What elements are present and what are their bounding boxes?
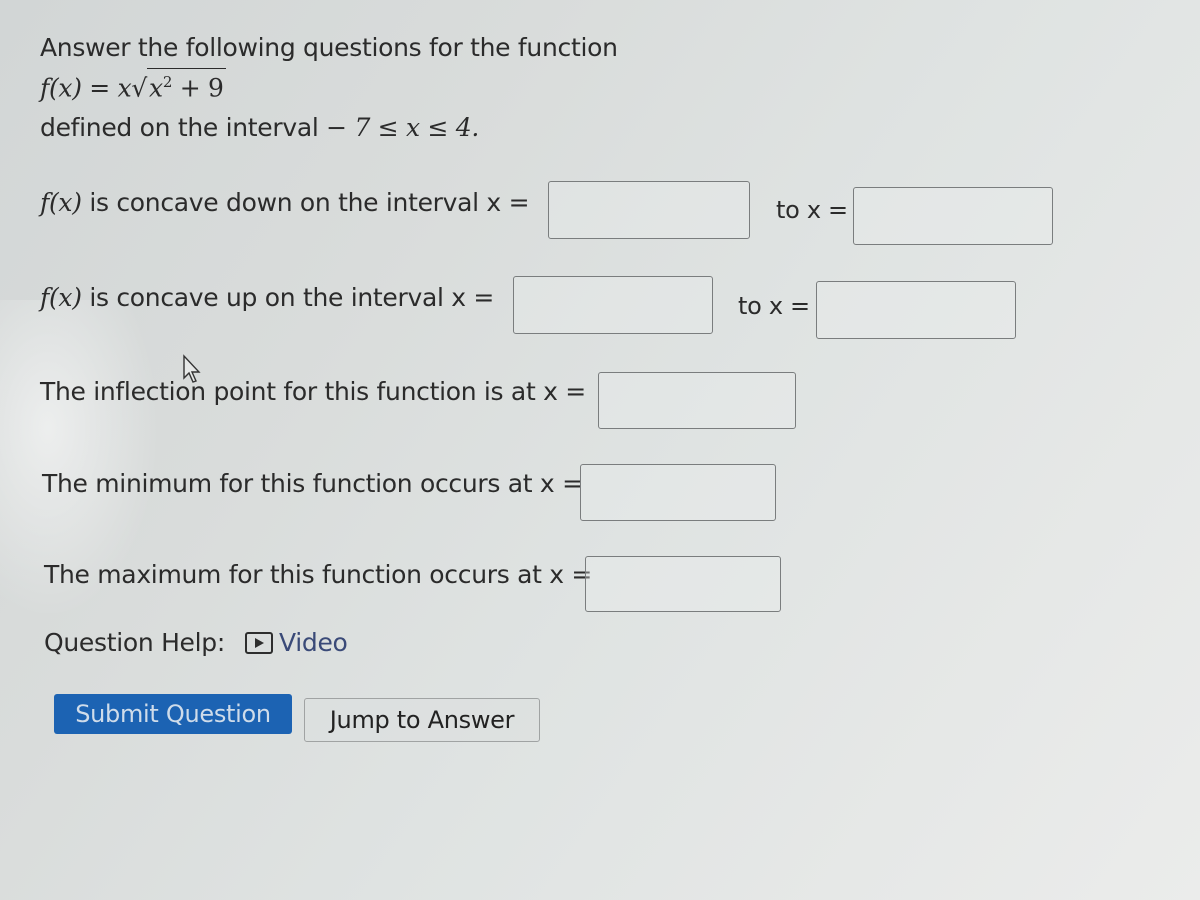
video-link[interactable]: Video [244, 628, 348, 657]
function-definition: f(x) = x√x2 + 9 [40, 68, 618, 108]
video-play-icon [244, 631, 273, 654]
question-help: Question Help: Video [44, 628, 348, 657]
question-intro: Answer the following questions for the f… [40, 28, 618, 148]
concave-up-to-input[interactable] [816, 281, 1016, 339]
sqrt-base: x [149, 73, 163, 103]
inflection-label: The inflection point for this function i… [40, 377, 586, 406]
function-symbol: f(x) [40, 283, 82, 312]
inflection-input[interactable] [598, 372, 796, 429]
minimum-input[interactable] [580, 464, 776, 521]
maximum-input[interactable] [585, 556, 781, 612]
function-lhs: f(x) = x [40, 73, 132, 103]
concave-up-text: is concave up on the interval x = [81, 283, 495, 312]
interval-prefix: defined on the interval [40, 113, 327, 143]
concave-up-from-input[interactable] [513, 276, 713, 334]
video-link-label: Video [278, 628, 348, 657]
intro-line: Answer the following questions for the f… [40, 33, 618, 62]
jump-to-answer-button[interactable]: Jump to Answer [304, 698, 540, 742]
concave-down-to-label: to x = [776, 196, 848, 224]
concave-down-label: f(x) is concave down on the interval x = [40, 188, 530, 217]
concave-up-to-label: to x = [738, 292, 810, 320]
question-help-label: Question Help: [44, 628, 225, 657]
maximum-label: The maximum for this function occurs at … [44, 560, 593, 589]
mouse-cursor-icon [183, 354, 201, 383]
interval-line: defined on the interval − 7 ≤ x ≤ 4. [40, 108, 618, 148]
submit-question-button[interactable]: Submit Question [54, 694, 292, 734]
concave-down-from-input[interactable] [548, 181, 750, 239]
concave-down-to-input[interactable] [853, 187, 1053, 245]
minimum-label: The minimum for this function occurs at … [42, 469, 583, 498]
sqrt-radicand: x2 + 9 [147, 68, 226, 101]
sqrt-exponent: 2 [162, 73, 173, 91]
interval-expression: − 7 ≤ x ≤ 4. [326, 113, 480, 143]
concave-down-text: is concave down on the interval x = [81, 188, 530, 217]
sqrt-rest: + 9 [172, 73, 224, 103]
function-symbol: f(x) [40, 188, 82, 217]
concave-up-label: f(x) is concave up on the interval x = [40, 283, 494, 312]
